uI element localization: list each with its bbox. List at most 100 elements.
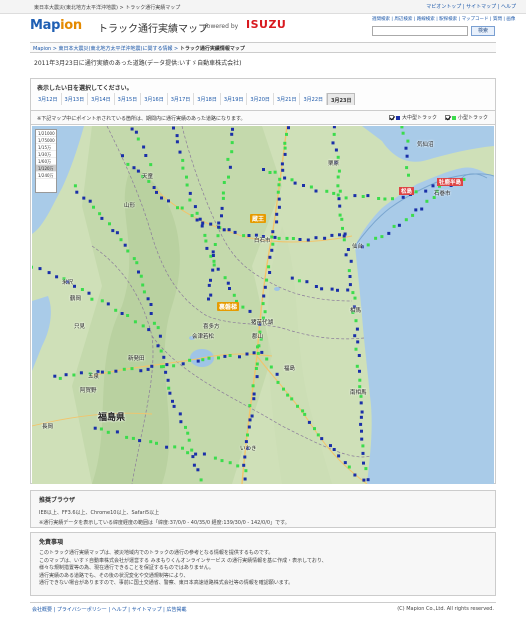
route-point-small-truck [269,365,273,369]
route-point-large-truck [320,437,324,441]
route-point-large-truck [172,126,175,130]
footer-link-ads[interactable]: 広告掲載 [166,607,186,613]
search-tab-station[interactable]: 駅探検索 [439,17,457,22]
disclaimer-heading: 免責事項 [39,539,64,546]
mapion-logo[interactable]: Mapion [30,18,82,33]
route-point-small-truck [149,440,153,444]
route-point-large-truck [100,370,104,374]
date-tab[interactable]: 3月18日 [194,93,221,105]
date-tab[interactable]: 3月20日 [247,93,274,105]
route-point-small-truck [136,137,140,141]
legend-large-label: 大中型トラック [402,115,438,121]
zoom-scale-option[interactable]: 1/21000 [36,130,56,137]
route-point-large-truck [360,429,363,433]
zoom-scale-option[interactable]: 1/120万 [36,165,56,172]
legend-large-checkbox[interactable] [389,115,394,120]
route-point-large-truck [160,196,163,200]
search-tab-weekly[interactable]: 週間検索 [372,17,390,22]
route-point-small-truck [73,184,77,188]
search-tab-route[interactable]: 路線検索 [417,17,435,22]
search-tab-nearby[interactable]: 周辺検索 [394,17,412,22]
disclaimer-line: 通行できない場合がありますので、事前に国土交通省、警察、東日本高速道路株式会社等… [39,580,294,586]
route-point-large-truck [268,255,272,259]
footer-link-help[interactable]: ヘルプ [112,607,127,613]
search-input[interactable] [372,26,468,36]
footer-link-company[interactable]: 会社概要 [32,607,52,613]
route-point-large-truck [93,426,97,430]
top-link-help[interactable]: ヘルプ [501,4,516,10]
date-tab[interactable]: 3月13日 [62,93,89,105]
route-point-large-truck [155,190,158,194]
zoom-scale-option[interactable]: 1/240万 [36,172,56,179]
route-point-large-truck [178,412,182,416]
date-tab[interactable]: 3月14日 [88,93,115,105]
route-point-large-truck [314,285,318,288]
route-point-small-truck [100,299,104,303]
route-point-large-truck [290,276,294,280]
route-point-small-truck [92,205,95,209]
route-point-small-truck [374,236,378,240]
search-tab-image[interactable]: 画像 [506,17,515,22]
zoom-scale-option[interactable]: 1/75000 [36,137,56,144]
date-tab[interactable]: 3月15日 [115,93,142,105]
route-point-large-truck [115,231,119,235]
route-point-large-truck [233,230,237,234]
legend-small[interactable]: 小型トラック [445,114,488,121]
search-tab-question[interactable]: 質問 [493,17,502,22]
map-canvas[interactable] [32,126,494,484]
date-tab[interactable]: 3月16日 [141,93,168,105]
map-label-zao: 蔵王 [250,214,267,223]
route-point-small-truck [337,169,341,173]
date-tab[interactable]: 3月23日 [327,93,356,105]
zoom-scale-option[interactable]: 1/30万 [36,151,56,158]
truck-route-map[interactable]: 1/21000 1/75000 1/15万 1/30万 1/60万 1/120万 1/240… [32,126,494,484]
date-tab[interactable]: 3月22日 [300,93,328,105]
top-link-sitemap[interactable]: サイトマップ [466,4,496,10]
route-point-small-truck [125,435,129,439]
route-point-large-truck [337,454,341,458]
breadcrumb-mapion[interactable]: Mapion [33,46,51,52]
route-point-large-truck [191,455,195,459]
route-point-large-truck [414,208,418,212]
footer-link-privacy[interactable]: プライバシーポリシー [57,607,107,613]
route-point-large-truck [138,439,142,443]
route-point-large-truck [359,401,363,405]
map-label-sendai: 仙台 [352,244,364,250]
map-label-kesennuma: 気仙沼 [417,142,434,148]
search-tab-mapcode[interactable]: マップコード [462,17,489,22]
zoom-scale-option[interactable]: 1/60万 [36,158,56,165]
route-point-large-truck [195,218,199,222]
route-point-small-truck [126,162,130,166]
breadcrumb-quake[interactable]: 東日本大震災(東北地方太平洋沖地震)に関する情報 [59,46,173,52]
route-point-small-truck [303,412,307,416]
route-point-large-truck [332,126,336,129]
zoom-scale-option[interactable]: 1/15万 [36,144,56,151]
legend-large[interactable]: 大中型トラック [389,114,437,121]
route-point-large-truck [353,334,357,338]
route-point-large-truck [111,229,115,233]
date-tab[interactable]: 3月19日 [221,93,248,105]
search-button[interactable]: 検索 [471,26,495,36]
route-point-small-truck [185,175,188,179]
legend-small-checkbox[interactable] [445,115,450,120]
route-point-large-truck [162,355,166,359]
map-label-aga: 阿賀野 [80,388,97,394]
route-point-small-truck [392,224,396,228]
route-point-large-truck [271,230,275,234]
date-tab[interactable]: 3月17日 [168,93,195,105]
top-link-mapion[interactable]: マピオントップ [426,4,461,10]
route-point-large-truck [349,259,353,263]
date-tab[interactable]: 3月21日 [274,93,301,105]
route-point-large-truck [262,294,266,298]
route-point-large-truck [361,451,365,455]
top-breadcrumb[interactable]: 東日本大震災(東北地方太平洋沖地震) > トラック通行実績マップ [34,4,180,11]
route-point-large-truck [360,437,364,441]
copyright: (C) Mapion Co.,Ltd. All rights reserved. [397,606,494,612]
legend-small-swatch [452,115,456,120]
route-point-large-truck [130,127,134,131]
route-point-large-truck [387,231,391,235]
footer-link-sitemap[interactable]: サイトマップ [132,607,162,613]
route-point-large-truck [64,373,68,377]
date-tab[interactable]: 3月12日 [35,93,62,105]
breadcrumb: Mapion > 東日本大震災(東北地方太平洋沖地震)に関する情報 > トラック… [30,42,496,53]
